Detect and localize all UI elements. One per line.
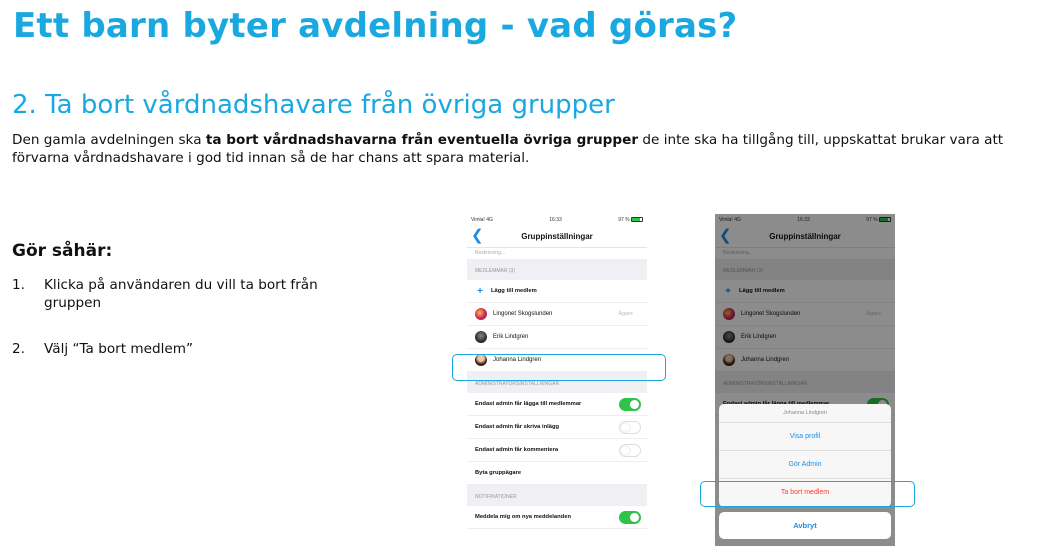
intro-text-bold: ta bort vårdnadshavarna från eventuella … xyxy=(205,132,639,148)
action-sheet-title: Johanna Lindgren xyxy=(719,404,891,423)
intro-paragraph: Den gamla avdelningen ska ta bort vårdna… xyxy=(12,131,1037,167)
battery-percent: 97 % xyxy=(618,217,630,223)
step-item: 2. Välj “Ta bort medlem” xyxy=(12,340,372,358)
carrier-label: Vimla! 4G xyxy=(471,217,493,223)
member-name: Lingonet Skogslunden xyxy=(493,311,553,317)
add-member-label: Lägg till medlem xyxy=(491,288,537,294)
step-text: Klicka på användaren du vill ta bort frå… xyxy=(44,277,318,311)
toggle-switch[interactable] xyxy=(619,420,641,434)
members-section-header: MEDLEMMAR (3) xyxy=(467,259,647,280)
admin-setting-row: Endast admin får skriva inlägg xyxy=(467,416,647,439)
member-row[interactable]: Erik Lindgren xyxy=(467,326,647,349)
notify-setting-row: Meddela mig om nya meddelanden xyxy=(467,506,647,529)
battery-icon xyxy=(631,217,643,223)
steps-list: 1. Klicka på användaren du vill ta bort f… xyxy=(12,276,372,386)
step-item: 1. Klicka på användaren du vill ta bort f… xyxy=(12,276,372,312)
howto-heading: Gör såhär: xyxy=(12,241,113,261)
change-owner-row[interactable]: Byta gruppägare xyxy=(467,462,647,485)
nav-title: Gruppinställningar xyxy=(521,232,593,241)
notifications-section-header: NOTIFIKATIONER xyxy=(467,485,647,506)
step-number: 1. xyxy=(12,277,25,293)
back-chevron-icon[interactable]: ❮ xyxy=(471,226,484,246)
page-title: Ett barn byter avdelning - vad göras? xyxy=(13,6,738,46)
member-name: Erik Lindgren xyxy=(493,334,529,340)
admin-setting-row: Endast admin får lägga till medlemmar xyxy=(467,393,647,416)
toggle-switch[interactable] xyxy=(619,510,641,524)
add-member-button[interactable]: + Lägg till medlem xyxy=(467,280,647,303)
view-profile-button[interactable]: Visa profil xyxy=(719,423,891,451)
highlight-remove-member xyxy=(700,481,915,507)
admin-setting-label: Endast admin får skriva inlägg xyxy=(475,424,560,430)
toggle-switch[interactable] xyxy=(619,443,641,457)
intro-text-start: Den gamla avdelningen ska xyxy=(12,132,206,148)
admin-setting-label: Endast admin får lägga till medlemmar xyxy=(475,401,582,407)
cancel-button[interactable]: Avbryt xyxy=(719,512,891,539)
step-number: 2. xyxy=(12,341,25,357)
member-row[interactable]: Lingonet Skogslunden Ägare xyxy=(467,303,647,326)
admin-setting-label: Endast admin får kommentera xyxy=(475,447,559,453)
description-field[interactable]: Beskrivning... xyxy=(467,248,647,259)
nav-bar: ❮ Gruppinställningar xyxy=(467,226,647,248)
highlight-member-row xyxy=(452,354,666,381)
avatar xyxy=(475,331,487,343)
make-admin-button[interactable]: Gör Admin xyxy=(719,451,891,479)
section-subtitle: 2. Ta bort vårdnadshavare från övriga gr… xyxy=(12,90,615,120)
step-text: Välj “Ta bort medlem” xyxy=(44,341,194,357)
notify-label: Meddela mig om nya meddelanden xyxy=(475,514,571,520)
admin-setting-row: Endast admin får kommentera xyxy=(467,439,647,462)
toggle-switch[interactable] xyxy=(619,397,641,411)
battery-indicator: 97 % xyxy=(618,217,643,223)
time-label: 16:33 xyxy=(549,217,562,223)
plus-icon: + xyxy=(477,285,483,297)
avatar xyxy=(475,308,487,320)
member-role: Ägare xyxy=(618,311,633,317)
status-bar: Vimla! 4G 16:33 97 % xyxy=(467,214,647,226)
